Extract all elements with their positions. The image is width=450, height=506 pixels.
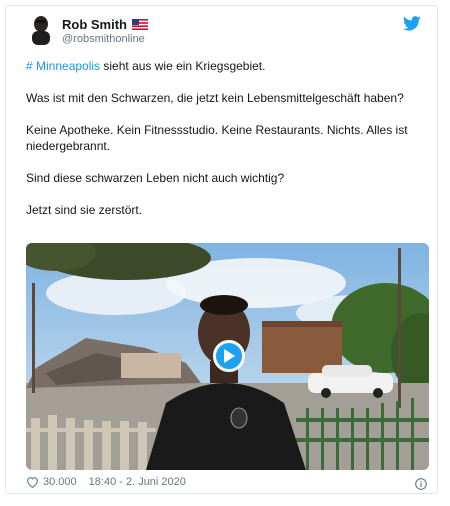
us-flag-icon xyxy=(132,19,148,30)
play-button[interactable] xyxy=(213,340,245,372)
twitter-bird-icon[interactable] xyxy=(403,16,421,31)
author-row: Rob Smith xyxy=(62,17,148,32)
tweet-card: Rob Smith @robsmithonline # Minneapolis … xyxy=(5,5,438,494)
play-icon xyxy=(224,349,235,363)
tweet-line-1-text: sieht aus wie ein Kriegsgebiet. xyxy=(100,59,266,73)
tweet-timestamp[interactable]: 18:40 - 2. Juni 2020 xyxy=(89,476,186,488)
tweet-line-3: Keine Apotheke. Kein Fitnessstudio. Kein… xyxy=(26,123,408,153)
tweet-line-1: # Minneapolis sieht aus wie ein Kriegsge… xyxy=(26,58,426,74)
tweet-line-4: Sind diese schwarzen Leben nicht auch wi… xyxy=(26,171,285,185)
info-icon[interactable] xyxy=(415,478,427,490)
author-name[interactable]: Rob Smith xyxy=(62,17,127,32)
avatar[interactable] xyxy=(28,15,54,45)
tweet-footer: 30.000 18:40 - 2. Juni 2020 xyxy=(26,476,436,488)
video-thumbnail[interactable] xyxy=(26,243,429,470)
tweet-line-5: Jetzt sind sie zerstört. xyxy=(26,203,143,217)
author-handle[interactable]: @robsmithonline xyxy=(62,33,145,45)
like-count[interactable]: 30.000 xyxy=(43,476,77,488)
heart-icon[interactable] xyxy=(26,476,39,488)
tweet-line-2: Was ist mit den Schwarzen, die jetzt kei… xyxy=(26,91,404,105)
tweet-text: # Minneapolis sieht aus wie ein Kriegsge… xyxy=(26,58,426,234)
hashtag-link[interactable]: # Minneapolis xyxy=(26,59,100,73)
